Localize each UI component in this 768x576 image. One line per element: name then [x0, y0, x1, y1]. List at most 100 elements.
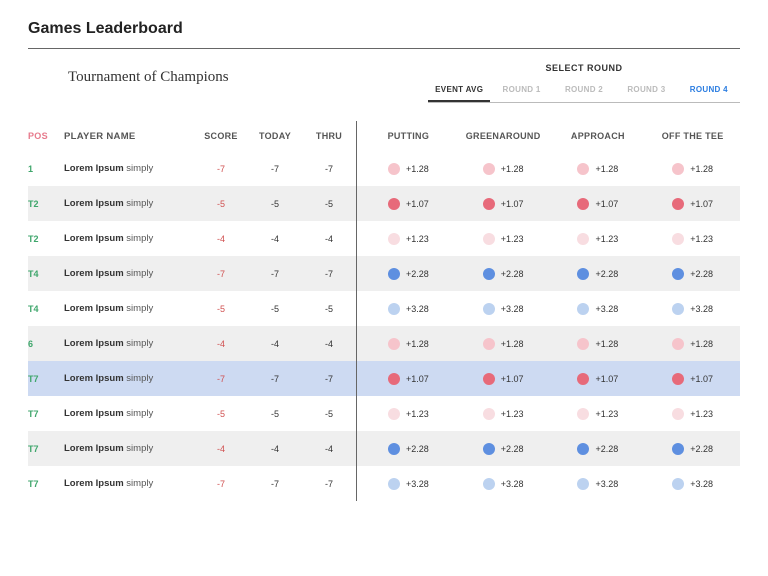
- round-tab-1[interactable]: ROUND 1: [490, 79, 552, 102]
- cell-stat: +1.28: [456, 338, 551, 350]
- cell-today: -7: [248, 479, 302, 489]
- divider: [28, 48, 740, 49]
- stat-dot-icon: [672, 233, 684, 245]
- stat-value: +1.28: [406, 339, 429, 349]
- cell-stat: +1.23: [645, 233, 740, 245]
- vertical-divider: [356, 326, 357, 361]
- cell-stat: +1.28: [361, 163, 456, 175]
- col-stat-1: GREENAROUND: [456, 131, 551, 141]
- stat-dot-icon: [577, 233, 589, 245]
- stat-dot-icon: [483, 373, 495, 385]
- cell-player-name: Lorem Ipsum simply: [64, 233, 194, 244]
- cell-stat: +1.07: [645, 373, 740, 385]
- table-row[interactable]: T2Lorem Ipsum simply-5-5-5+1.07+1.07+1.0…: [28, 186, 740, 221]
- cell-stat: +3.28: [456, 478, 551, 490]
- stat-value: +1.07: [406, 199, 429, 209]
- stat-value: +2.28: [501, 444, 524, 454]
- stat-dot-icon: [672, 163, 684, 175]
- cell-score: -7: [194, 374, 248, 384]
- cell-stat: +3.28: [645, 303, 740, 315]
- cell-stat: +1.28: [645, 163, 740, 175]
- stat-dot-icon: [388, 373, 400, 385]
- cell-pos: T2: [28, 199, 64, 209]
- cell-stat: +2.28: [361, 443, 456, 455]
- stat-value: +1.23: [690, 234, 713, 244]
- table-row[interactable]: T7Lorem Ipsum simply-7-7-7+1.07+1.07+1.0…: [28, 361, 740, 396]
- round-tab-0[interactable]: EVENT AVG: [428, 79, 490, 102]
- stat-value: +2.28: [690, 269, 713, 279]
- stat-dot-icon: [483, 198, 495, 210]
- cell-player-name: Lorem Ipsum simply: [64, 408, 194, 419]
- table-row[interactable]: T2Lorem Ipsum simply-4-4-4+1.23+1.23+1.2…: [28, 221, 740, 256]
- vertical-divider: [356, 431, 357, 466]
- stat-dot-icon: [388, 198, 400, 210]
- cell-pos: 1: [28, 164, 64, 174]
- stat-value: +1.07: [501, 374, 524, 384]
- cell-player-name: Lorem Ipsum simply: [64, 163, 194, 174]
- cell-stat: +1.23: [456, 408, 551, 420]
- vertical-divider: [356, 396, 357, 431]
- cell-stat: +1.28: [551, 338, 646, 350]
- stat-value: +1.28: [501, 164, 524, 174]
- col-stat-3: OFF THE TEE: [645, 131, 740, 141]
- cell-stat: +1.07: [361, 198, 456, 210]
- cell-stat: +1.23: [361, 408, 456, 420]
- cell-score: -4: [194, 339, 248, 349]
- vertical-divider: [356, 361, 357, 396]
- stat-value: +1.28: [501, 339, 524, 349]
- stat-dot-icon: [672, 478, 684, 490]
- cell-stat: +3.28: [551, 478, 646, 490]
- cell-player-name: Lorem Ipsum simply: [64, 373, 194, 384]
- cell-thru: -5: [302, 199, 356, 209]
- vertical-divider: [356, 466, 357, 501]
- cell-today: -5: [248, 304, 302, 314]
- stat-value: +1.28: [595, 164, 618, 174]
- stat-dot-icon: [577, 443, 589, 455]
- stat-value: +1.07: [595, 374, 618, 384]
- round-tab-2[interactable]: ROUND 2: [553, 79, 615, 102]
- col-pos: POS: [28, 131, 64, 141]
- stat-value: +2.28: [406, 269, 429, 279]
- table-row[interactable]: T7Lorem Ipsum simply-4-4-4+2.28+2.28+2.2…: [28, 431, 740, 466]
- stat-value: +3.28: [690, 479, 713, 489]
- col-thru: THRU: [302, 131, 356, 141]
- table-row[interactable]: T4Lorem Ipsum simply-5-5-5+3.28+3.28+3.2…: [28, 291, 740, 326]
- cell-score: -7: [194, 269, 248, 279]
- cell-today: -4: [248, 444, 302, 454]
- stat-dot-icon: [388, 268, 400, 280]
- stat-dot-icon: [577, 478, 589, 490]
- stat-dot-icon: [388, 338, 400, 350]
- cell-stat: +1.07: [551, 198, 646, 210]
- stat-dot-icon: [483, 408, 495, 420]
- stat-dot-icon: [388, 443, 400, 455]
- table-row[interactable]: T7Lorem Ipsum simply-5-5-5+1.23+1.23+1.2…: [28, 396, 740, 431]
- round-tab-3[interactable]: ROUND 3: [615, 79, 677, 102]
- stat-value: +2.28: [501, 269, 524, 279]
- stat-dot-icon: [483, 338, 495, 350]
- round-picker: SELECT ROUND EVENT AVGROUND 1ROUND 2ROUN…: [428, 63, 740, 103]
- table-row[interactable]: 1Lorem Ipsum simply-7-7-7+1.28+1.28+1.28…: [28, 151, 740, 186]
- cell-stat: +2.28: [645, 443, 740, 455]
- round-picker-title: SELECT ROUND: [428, 63, 740, 73]
- stat-value: +3.28: [501, 304, 524, 314]
- stat-dot-icon: [483, 233, 495, 245]
- stat-dot-icon: [483, 443, 495, 455]
- table-row[interactable]: T7Lorem Ipsum simply-7-7-7+3.28+3.28+3.2…: [28, 466, 740, 501]
- header-row: POS PLAYER NAME SCORE TODAY THRU PUTTING…: [28, 121, 740, 151]
- page-title: Games Leaderboard: [28, 20, 740, 38]
- stat-value: +3.28: [501, 479, 524, 489]
- table-row[interactable]: T4Lorem Ipsum simply-7-7-7+2.28+2.28+2.2…: [28, 256, 740, 291]
- stat-value: +1.07: [690, 374, 713, 384]
- stat-value: +2.28: [406, 444, 429, 454]
- round-tab-4[interactable]: ROUND 4: [678, 79, 740, 102]
- cell-stat: +1.28: [361, 338, 456, 350]
- vertical-divider: [356, 186, 357, 221]
- cell-today: -4: [248, 339, 302, 349]
- stat-value: +1.23: [595, 234, 618, 244]
- cell-thru: -5: [302, 304, 356, 314]
- stat-value: +1.07: [501, 199, 524, 209]
- stat-value: +2.28: [690, 444, 713, 454]
- table-row[interactable]: 6Lorem Ipsum simply-4-4-4+1.28+1.28+1.28…: [28, 326, 740, 361]
- cell-stat: +1.28: [551, 163, 646, 175]
- cell-stat: +1.23: [361, 233, 456, 245]
